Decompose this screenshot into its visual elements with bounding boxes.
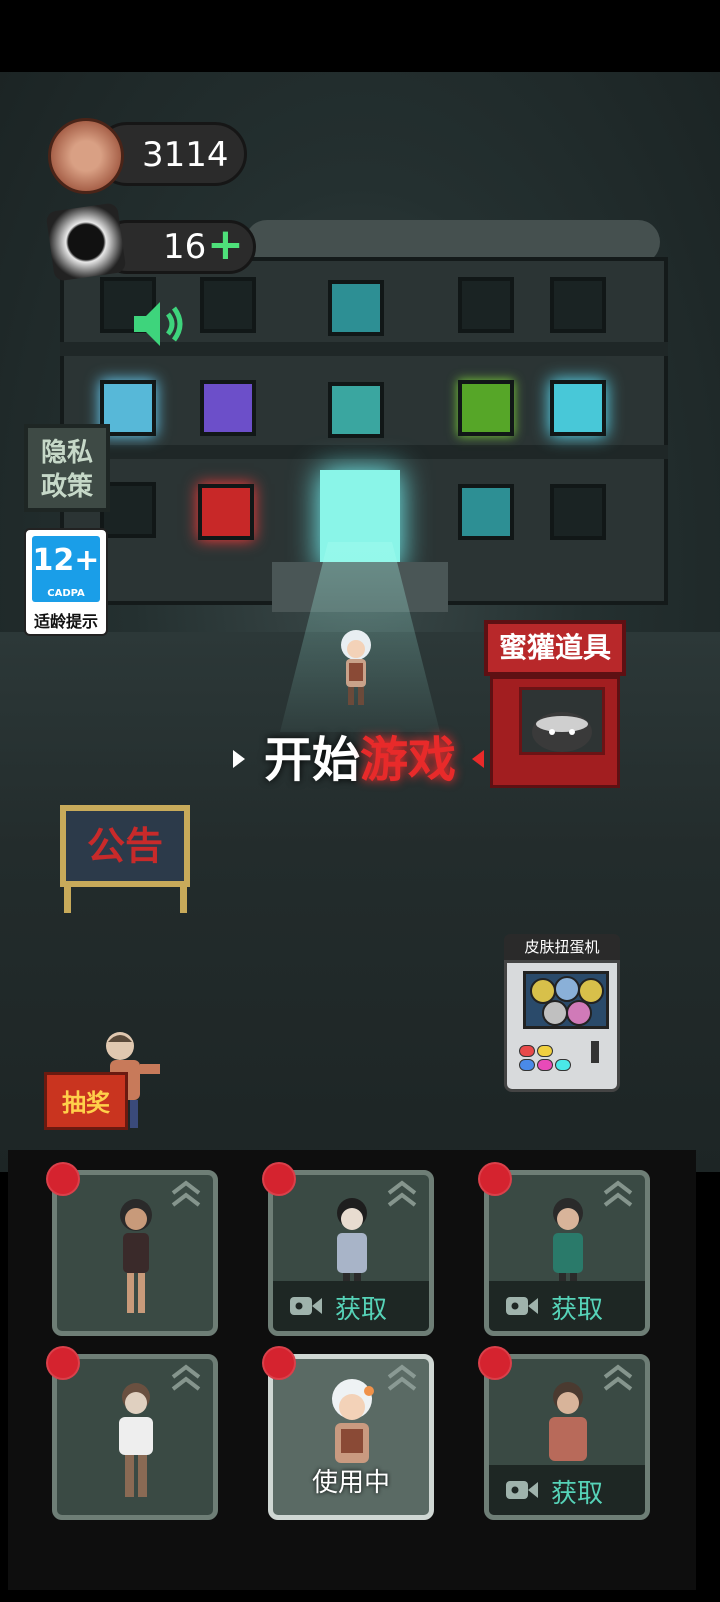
window <box>550 484 606 540</box>
notification-dot <box>262 1162 296 1196</box>
window <box>550 277 606 333</box>
video-camera-icon <box>506 1481 538 1499</box>
age-rating-badge[interactable]: 12+ CADPA 适龄提示 <box>24 528 108 636</box>
window-silhouette <box>550 380 606 436</box>
privacy-label-line2: 政策 <box>40 472 93 502</box>
add-icon[interactable]: + <box>207 219 244 270</box>
notice-board-button[interactable]: 公告 <box>60 805 194 913</box>
puzzle-count: 16 <box>163 227 207 267</box>
skin-card[interactable]: 获取 <box>484 1354 650 1520</box>
notice-leg <box>180 887 187 913</box>
skin-card[interactable]: 获取 <box>484 1170 650 1336</box>
skin-card[interactable]: 获取 <box>268 1170 434 1336</box>
start-label-part2: 游戏 <box>360 732 457 788</box>
status-bar <box>0 0 720 72</box>
notification-dot <box>262 1346 296 1380</box>
window-monster <box>458 380 514 436</box>
upgrade-chevron-icon <box>387 1364 417 1391</box>
puzzle-icon <box>45 202 127 282</box>
get-skin-bar[interactable]: 获取 <box>489 1281 645 1331</box>
window-red-ghost <box>198 484 254 540</box>
gacha-button <box>555 1059 571 1071</box>
start-game-button[interactable]: 开始游戏 <box>230 730 490 790</box>
upgrade-chevron-icon <box>171 1180 201 1207</box>
skin-card[interactable] <box>52 1170 218 1336</box>
window <box>328 280 384 336</box>
window-silhouettes <box>458 484 514 540</box>
zombie-coin-icon <box>48 118 124 194</box>
notification-dot <box>46 1162 80 1196</box>
age-org: CADPA <box>47 588 85 599</box>
shop-sign: 蜜獾道具 <box>484 620 626 676</box>
arrow-right-icon <box>233 750 245 768</box>
floor-divider <box>60 445 668 459</box>
speaker-icon[interactable] <box>130 298 190 350</box>
shop-booth <box>490 676 620 788</box>
skin-card-selected[interactable]: 使用中 <box>268 1354 434 1520</box>
skin-gacha-machine[interactable]: 皮肤扭蛋机 <box>504 934 620 1092</box>
notification-dot <box>478 1346 512 1380</box>
gacha-button <box>537 1059 553 1071</box>
in-use-label: 使用中 <box>311 1468 390 1498</box>
get-label: 获取 <box>551 1295 604 1325</box>
gacha-button <box>537 1045 553 1057</box>
get-label: 获取 <box>551 1479 604 1509</box>
privacy-policy-button[interactable]: 隐私 政策 <box>24 424 110 512</box>
lottery-button[interactable]: 抽奖 <box>44 1028 166 1132</box>
upgrade-chevron-icon <box>171 1364 201 1391</box>
window <box>458 277 514 333</box>
start-label-part1: 开始 <box>263 732 360 788</box>
skin-character <box>120 1199 152 1313</box>
notification-dot <box>478 1162 512 1196</box>
honey-badger-shop[interactable]: 蜜獾道具 <box>484 620 626 788</box>
player-character <box>341 630 371 705</box>
skin-character <box>119 1383 153 1497</box>
gacha-button <box>519 1045 535 1057</box>
honey-badger-icon <box>532 712 592 752</box>
video-camera-icon <box>506 1297 538 1315</box>
capsule-icon <box>542 1000 568 1026</box>
capsule-icon <box>566 1000 592 1026</box>
gacha-label: 皮肤扭蛋机 <box>504 934 620 960</box>
joystick-icon <box>591 1041 599 1063</box>
notification-dot <box>46 1346 80 1380</box>
coin-count: 3114 <box>142 135 229 175</box>
skin-panel: 获取 获取 使用中 获取 <box>8 1150 696 1590</box>
upgrade-chevron-icon <box>387 1180 417 1207</box>
skin-card[interactable] <box>52 1354 218 1520</box>
privacy-label-line1: 隐私 <box>40 438 93 468</box>
window <box>328 382 384 438</box>
capsule-icon <box>554 976 580 1002</box>
get-skin-bar[interactable]: 获取 <box>273 1281 429 1331</box>
lottery-label: 抽奖 <box>44 1072 128 1130</box>
notice-leg <box>64 887 71 913</box>
get-skin-bar[interactable]: 获取 <box>489 1465 645 1515</box>
upgrade-chevron-icon <box>603 1364 633 1391</box>
game-screen: 3114 16 + 隐私 政策 12+ CADPA 适龄提示 蜜獾道具 开始游戏… <box>0 0 720 1602</box>
gacha-glass <box>523 971 609 1029</box>
notice-label: 公告 <box>60 805 190 887</box>
gacha-button <box>519 1059 535 1071</box>
shop-window <box>519 687 605 755</box>
gacha-body <box>504 960 620 1092</box>
age-hint: 适龄提示 <box>33 612 98 631</box>
window <box>200 277 256 333</box>
window-purple <box>200 380 256 436</box>
upgrade-chevron-icon <box>603 1180 633 1207</box>
video-camera-icon <box>290 1297 322 1315</box>
get-label: 获取 <box>335 1295 388 1325</box>
arrow-left-icon <box>472 750 484 768</box>
